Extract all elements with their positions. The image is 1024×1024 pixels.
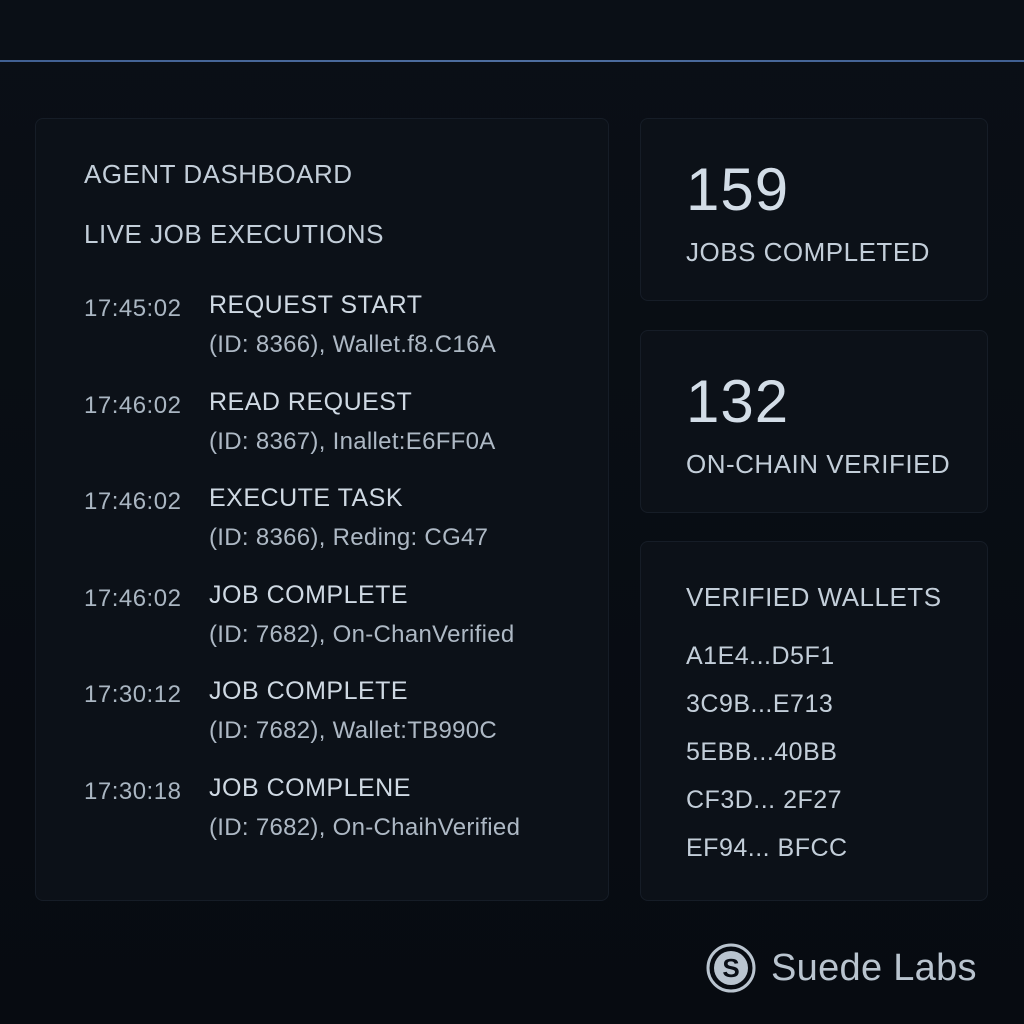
page: AGENT DASHBOARD LIVE JOB EXECUTIONS 17:4… — [0, 0, 1024, 1024]
log-entry[interactable]: 17:30:12 JOB COMPLETE (ID: 7682), Wallet… — [84, 675, 584, 772]
log-timestamp: 17:46:02 — [84, 488, 182, 515]
log-entry[interactable]: 17:45:02 REQUEST START (ID: 8366), Walle… — [84, 289, 584, 386]
jobs-completed-label: JOBS COMPLETED — [686, 237, 930, 267]
log-detail: (ID: 7682), Wallet:TB990C — [209, 717, 498, 744]
job-log-list: 17:45:02 REQUEST START (ID: 8366), Walle… — [84, 289, 584, 868]
wallet-list: A1E4...D5F1 3C9B...E713 5EBB...40BB CF3D… — [686, 642, 848, 882]
log-entry[interactable]: 17:46:02 JOB COMPLETE (ID: 7682), On-Cha… — [84, 579, 584, 676]
wallet-address[interactable]: 5EBB...40BB — [686, 738, 848, 786]
on-chain-verified-card: 132 ON-CHAIN VERIFIED — [640, 330, 988, 513]
log-detail: (ID: 8366), Reding: CG47 — [209, 524, 489, 551]
svg-text:S: S — [722, 953, 739, 983]
live-jobs-title: LIVE JOB EXECUTIONS — [84, 219, 384, 249]
log-timestamp: 17:46:02 — [84, 391, 182, 419]
log-timestamp: 17:30:18 — [84, 777, 182, 805]
verified-wallets-title: VERIFIED WALLETS — [686, 582, 942, 612]
jobs-completed-card: 159 JOBS COMPLETED — [640, 118, 988, 301]
brand: S Suede Labs — [705, 940, 977, 996]
log-timestamp: 17:30:12 — [84, 681, 182, 708]
on-chain-verified-label: ON-CHAIN VERIFIED — [686, 449, 951, 479]
log-event: READ REQUEST — [209, 387, 413, 416]
brand-name: Suede Labs — [771, 946, 977, 989]
suede-labs-s-logo-icon: S — [706, 943, 756, 993]
log-event: JOB COMPLENE — [209, 773, 411, 802]
log-event: JOB COMPLETE — [209, 580, 409, 609]
log-event: JOB COMPLETE — [209, 677, 409, 705]
live-jobs-panel: AGENT DASHBOARD LIVE JOB EXECUTIONS 17:4… — [35, 118, 609, 901]
on-chain-verified-count: 132 — [686, 368, 790, 435]
jobs-completed-count: 159 — [686, 156, 790, 223]
wallet-address[interactable]: A1E4...D5F1 — [686, 642, 848, 690]
header-divider — [0, 60, 1024, 62]
log-entry[interactable]: 17:46:02 READ REQUEST (ID: 8367), Inalle… — [84, 386, 584, 483]
verified-wallets-card: VERIFIED WALLETS A1E4...D5F1 3C9B...E713… — [640, 541, 988, 901]
log-timestamp: 17:45:02 — [84, 295, 182, 322]
log-detail: (ID: 8367), Inallet:E6FF0A — [209, 427, 496, 455]
log-detail: (ID: 7682), On-ChanVerified — [209, 620, 515, 648]
log-entry[interactable]: 17:30:18 JOB COMPLENE (ID: 7682), On-Cha… — [84, 772, 584, 869]
log-detail: (ID: 7682), On-ChaihVerified — [209, 813, 521, 841]
dashboard-title: AGENT DASHBOARD — [84, 159, 353, 189]
log-event: EXECUTE TASK — [209, 484, 404, 512]
wallet-address[interactable]: CF3D... 2F27 — [686, 786, 848, 834]
log-event: REQUEST START — [209, 291, 423, 319]
log-entry[interactable]: 17:46:02 EXECUTE TASK (ID: 8366), Reding… — [84, 482, 584, 579]
log-timestamp: 17:46:02 — [84, 584, 182, 612]
wallet-address[interactable]: EF94... BFCC — [686, 834, 848, 882]
wallet-address[interactable]: 3C9B...E713 — [686, 690, 848, 738]
log-detail: (ID: 8366), Wallet.f8.C16A — [209, 331, 497, 358]
